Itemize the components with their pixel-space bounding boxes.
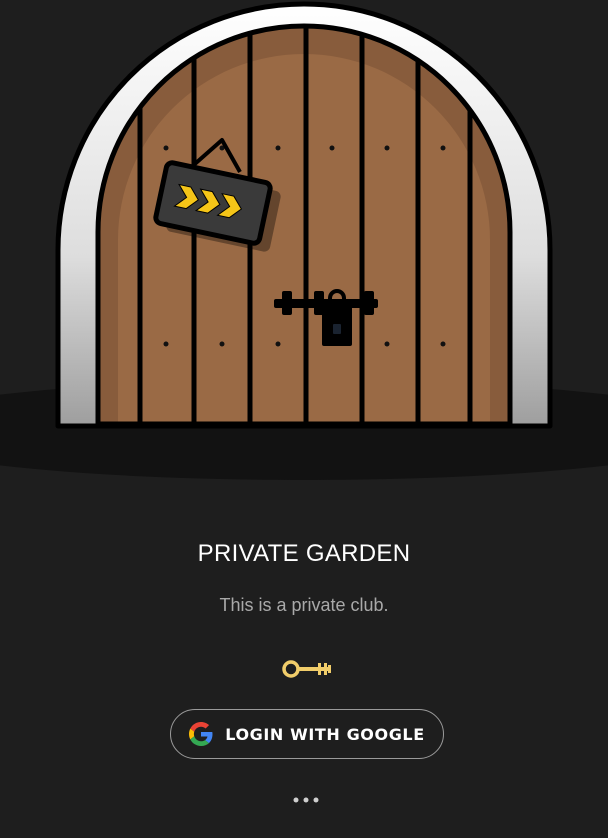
door-illustration [0,1,608,480]
more-dots-icon[interactable] [288,792,324,808]
key-icon [282,660,331,678]
google-icon [189,722,213,746]
login-with-google-button[interactable]: LOGIN WITH GOOGLE [170,709,444,759]
page-subtitle: This is a private club. [219,595,389,615]
login-page: PRIVATE GARDEN This is a private club. L… [0,0,608,838]
login-button-label: LOGIN WITH GOOGLE [225,724,425,744]
page-title: PRIVATE GARDEN [197,540,411,567]
